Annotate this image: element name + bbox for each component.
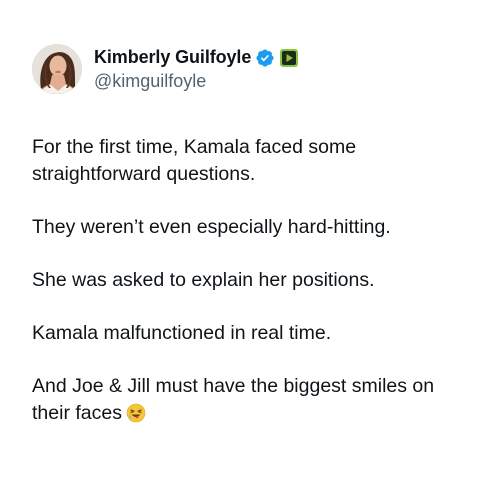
author-handle[interactable]: @kimguilfoyle: [94, 71, 299, 92]
tweet-paragraph-last: And Joe & Jill must have the biggest smi…: [32, 373, 462, 431]
author-names: Kimberly Guilfoyle @kimguilfoyle: [94, 47, 299, 92]
tweet-paragraph: Kamala malfunctioned in real time.: [32, 322, 332, 344]
avatar[interactable]: [32, 44, 82, 94]
avatar-image: [32, 44, 82, 94]
tweet-paragraph: For the first time, Kamala faced some st…: [32, 136, 357, 185]
name-row: Kimberly Guilfoyle: [94, 47, 299, 69]
display-name[interactable]: Kimberly Guilfoyle: [94, 47, 251, 68]
tweet-paragraph: She was asked to explain her positions.: [32, 269, 375, 291]
face-with-tongue-laughing-emoji-icon: [126, 403, 146, 431]
tweet-card: Kimberly Guilfoyle @kimguilfoyle For the…: [0, 0, 489, 500]
tweet-text: For the first time, Kamala faced some st…: [32, 134, 462, 431]
rumble-play-icon: [279, 48, 299, 68]
tweet-header: Kimberly Guilfoyle @kimguilfoyle: [32, 44, 299, 94]
verified-badge-icon: [255, 48, 275, 68]
tweet-paragraph-text: And Joe & Jill must have the biggest smi…: [32, 375, 435, 424]
tweet-paragraph: They weren’t even especially hard-hittin…: [32, 216, 391, 238]
